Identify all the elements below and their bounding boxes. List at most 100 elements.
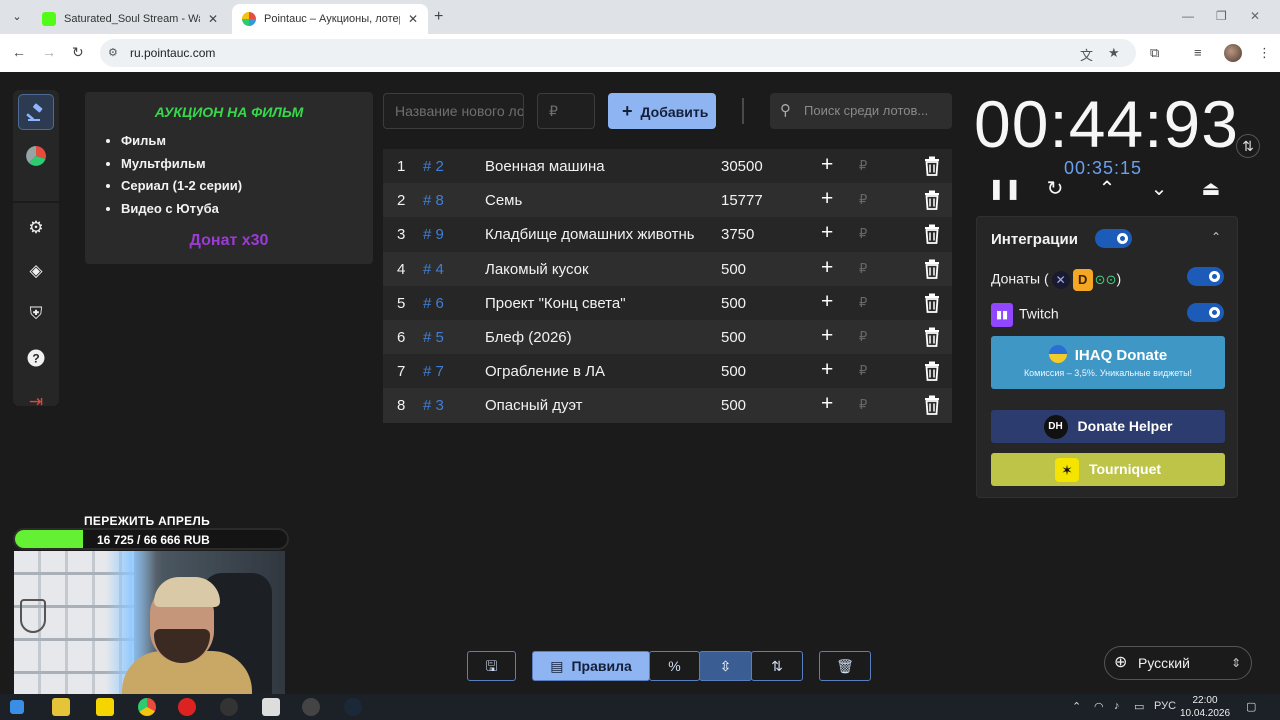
delete-lot-icon[interactable] bbox=[923, 395, 943, 416]
lot-id[interactable]: # 5 bbox=[423, 329, 444, 346]
app-icon[interactable] bbox=[96, 698, 114, 716]
ihaq-donate-button[interactable]: IHAQ Donate Комиссия – 3,5%. Уникальные … bbox=[991, 336, 1225, 389]
lot-amount[interactable]: 500 bbox=[721, 261, 746, 278]
site-info-icon[interactable]: ⚙ bbox=[108, 46, 118, 59]
tab-pointauc[interactable]: Pointauc – Аукционы, лотереи ✕ bbox=[232, 4, 428, 34]
swap-timer-icon[interactable]: ⇅ bbox=[1236, 134, 1260, 158]
minimize-icon[interactable]: — bbox=[1182, 9, 1194, 23]
lot-amount[interactable]: 3750 bbox=[721, 226, 754, 243]
lot-name[interactable]: Кладбище домашних животных bbox=[485, 226, 695, 243]
delete-lot-icon[interactable] bbox=[923, 190, 943, 211]
extensions-icon[interactable]: ⧉ bbox=[1150, 45, 1159, 61]
close-tab-icon[interactable]: ✕ bbox=[408, 12, 418, 26]
bookmark-star-icon[interactable]: ★ bbox=[1108, 45, 1120, 61]
wifi-icon[interactable]: ◠ bbox=[1094, 700, 1104, 713]
lot-id[interactable]: # 8 bbox=[423, 192, 444, 209]
chevron-up-icon[interactable]: ⌃ bbox=[1092, 176, 1122, 201]
forward-icon[interactable]: → bbox=[42, 44, 56, 60]
lot-name[interactable]: Семь bbox=[485, 192, 695, 209]
lot-amount[interactable]: 500 bbox=[721, 363, 746, 380]
new-lot-amount-input[interactable]: ₽ bbox=[537, 93, 595, 129]
lot-amount[interactable]: 500 bbox=[721, 295, 746, 312]
lot-name[interactable]: Блеф (2026) bbox=[485, 329, 695, 346]
add-amount-icon[interactable]: + bbox=[821, 324, 833, 348]
language-select[interactable]: ⊕ Русский ⇕ bbox=[1104, 646, 1252, 680]
tab-search-icon[interactable]: ⌄ bbox=[8, 8, 26, 26]
volume-icon[interactable]: ♪ bbox=[1114, 700, 1120, 712]
tray-chevron-icon[interactable]: ⌃ bbox=[1072, 700, 1081, 713]
lot-id[interactable]: # 6 bbox=[423, 295, 444, 312]
logout-icon[interactable]: ⇥ bbox=[18, 384, 54, 420]
compress-icon[interactable]: ⇳ bbox=[699, 651, 752, 681]
delete-lot-icon[interactable] bbox=[923, 293, 943, 313]
restore-icon[interactable]: ❐ bbox=[1216, 9, 1227, 23]
lot-name[interactable]: Военная машина bbox=[485, 158, 695, 175]
add-amount-icon[interactable]: + bbox=[821, 153, 833, 177]
donations-toggle[interactable] bbox=[1187, 267, 1224, 286]
lot-amount[interactable]: 30500 bbox=[721, 158, 763, 175]
restart-icon[interactable]: ↻ bbox=[1040, 176, 1070, 201]
chevron-down-icon[interactable]: ⌄ bbox=[1144, 176, 1174, 201]
keyboard-lang[interactable]: РУС bbox=[1154, 700, 1176, 712]
lot-amount[interactable]: 500 bbox=[721, 329, 746, 346]
chrome-icon[interactable] bbox=[138, 698, 156, 716]
lot-name[interactable]: Лакомый кусок bbox=[485, 261, 695, 278]
tab-stream[interactable]: Saturated_Soul Stream - Watch ✕ bbox=[32, 4, 228, 34]
pause-icon[interactable]: ❚❚ bbox=[988, 176, 1022, 201]
lot-search-input[interactable]: ⚲ Поиск среди лотов... bbox=[770, 93, 952, 129]
speedometer-icon[interactable] bbox=[302, 698, 320, 716]
lot-id[interactable]: # 7 bbox=[423, 363, 444, 380]
delete-lot-icon[interactable] bbox=[923, 259, 943, 279]
percent-button[interactable]: % bbox=[649, 651, 700, 681]
tourniquet-button[interactable]: ✶ Tourniquet bbox=[991, 453, 1225, 486]
start-icon[interactable] bbox=[10, 700, 24, 714]
add-amount-icon[interactable]: + bbox=[821, 392, 833, 416]
collapse-chevron-icon[interactable]: ⌃ bbox=[1211, 230, 1221, 244]
lot-id[interactable]: # 3 bbox=[423, 397, 444, 414]
battery-icon[interactable]: ▭ bbox=[1134, 700, 1144, 713]
menu-icon[interactable]: ⋮ bbox=[1258, 45, 1271, 61]
explorer-icon[interactable] bbox=[52, 698, 70, 716]
auction-gavel-icon[interactable] bbox=[18, 94, 54, 130]
reload-icon[interactable]: ↻ bbox=[72, 44, 84, 61]
lot-id[interactable]: # 9 bbox=[423, 226, 444, 243]
close-window-icon[interactable]: ✕ bbox=[1250, 9, 1260, 23]
twitch-toggle[interactable] bbox=[1187, 303, 1224, 322]
add-amount-icon[interactable]: + bbox=[821, 187, 833, 211]
donate-helper-button[interactable]: DH Donate Helper bbox=[991, 410, 1225, 443]
lot-name[interactable]: Ограбление в ЛА bbox=[485, 363, 695, 380]
shield-check-icon[interactable]: ⛨ bbox=[18, 296, 54, 332]
eject-max-icon[interactable]: ⏏ bbox=[1196, 176, 1226, 201]
lot-amount[interactable]: 500 bbox=[721, 397, 746, 414]
lot-id[interactable]: # 4 bbox=[423, 261, 444, 278]
translate-icon[interactable]: 文 bbox=[1080, 45, 1093, 64]
help-icon[interactable]: ? bbox=[18, 340, 54, 376]
mail-icon[interactable] bbox=[262, 698, 280, 716]
new-tab-icon[interactable]: + bbox=[434, 8, 443, 26]
close-tab-icon[interactable]: ✕ bbox=[208, 12, 218, 26]
add-amount-icon[interactable]: + bbox=[821, 221, 833, 245]
address-bar[interactable]: ⚙ ru.pointauc.com 文 ★ bbox=[100, 39, 1136, 67]
delete-lot-icon[interactable] bbox=[923, 361, 943, 382]
add-lot-button[interactable]: + Добавить bbox=[608, 93, 716, 129]
add-amount-icon[interactable]: + bbox=[821, 256, 833, 280]
profile-avatar[interactable] bbox=[1224, 44, 1242, 62]
delete-lot-icon[interactable] bbox=[923, 327, 943, 347]
lot-amount[interactable]: 15777 bbox=[721, 192, 763, 209]
lot-name[interactable]: Проект "Конц света" bbox=[485, 295, 695, 312]
delete-lot-icon[interactable] bbox=[923, 156, 943, 176]
settings-gear-icon[interactable]: ⚙ bbox=[18, 210, 54, 246]
steam-icon[interactable] bbox=[344, 698, 362, 716]
lot-id[interactable]: # 2 bbox=[423, 158, 444, 175]
integrations-toggle[interactable] bbox=[1095, 229, 1132, 248]
reading-list-icon[interactable]: ≡ bbox=[1194, 45, 1202, 60]
back-icon[interactable]: ← bbox=[12, 44, 26, 60]
new-lot-name-input[interactable]: Название нового лота bbox=[383, 93, 524, 129]
clear-all-icon[interactable]: 🗑 bbox=[819, 651, 871, 681]
notifications-icon[interactable]: ▢ bbox=[1246, 700, 1256, 713]
add-amount-icon[interactable]: + bbox=[821, 290, 833, 314]
opera-icon[interactable] bbox=[178, 698, 196, 716]
add-amount-icon[interactable]: + bbox=[821, 358, 833, 382]
obs-icon[interactable] bbox=[220, 698, 238, 716]
taskbar-clock[interactable]: 22:00 10.04.2026 bbox=[1180, 694, 1230, 720]
